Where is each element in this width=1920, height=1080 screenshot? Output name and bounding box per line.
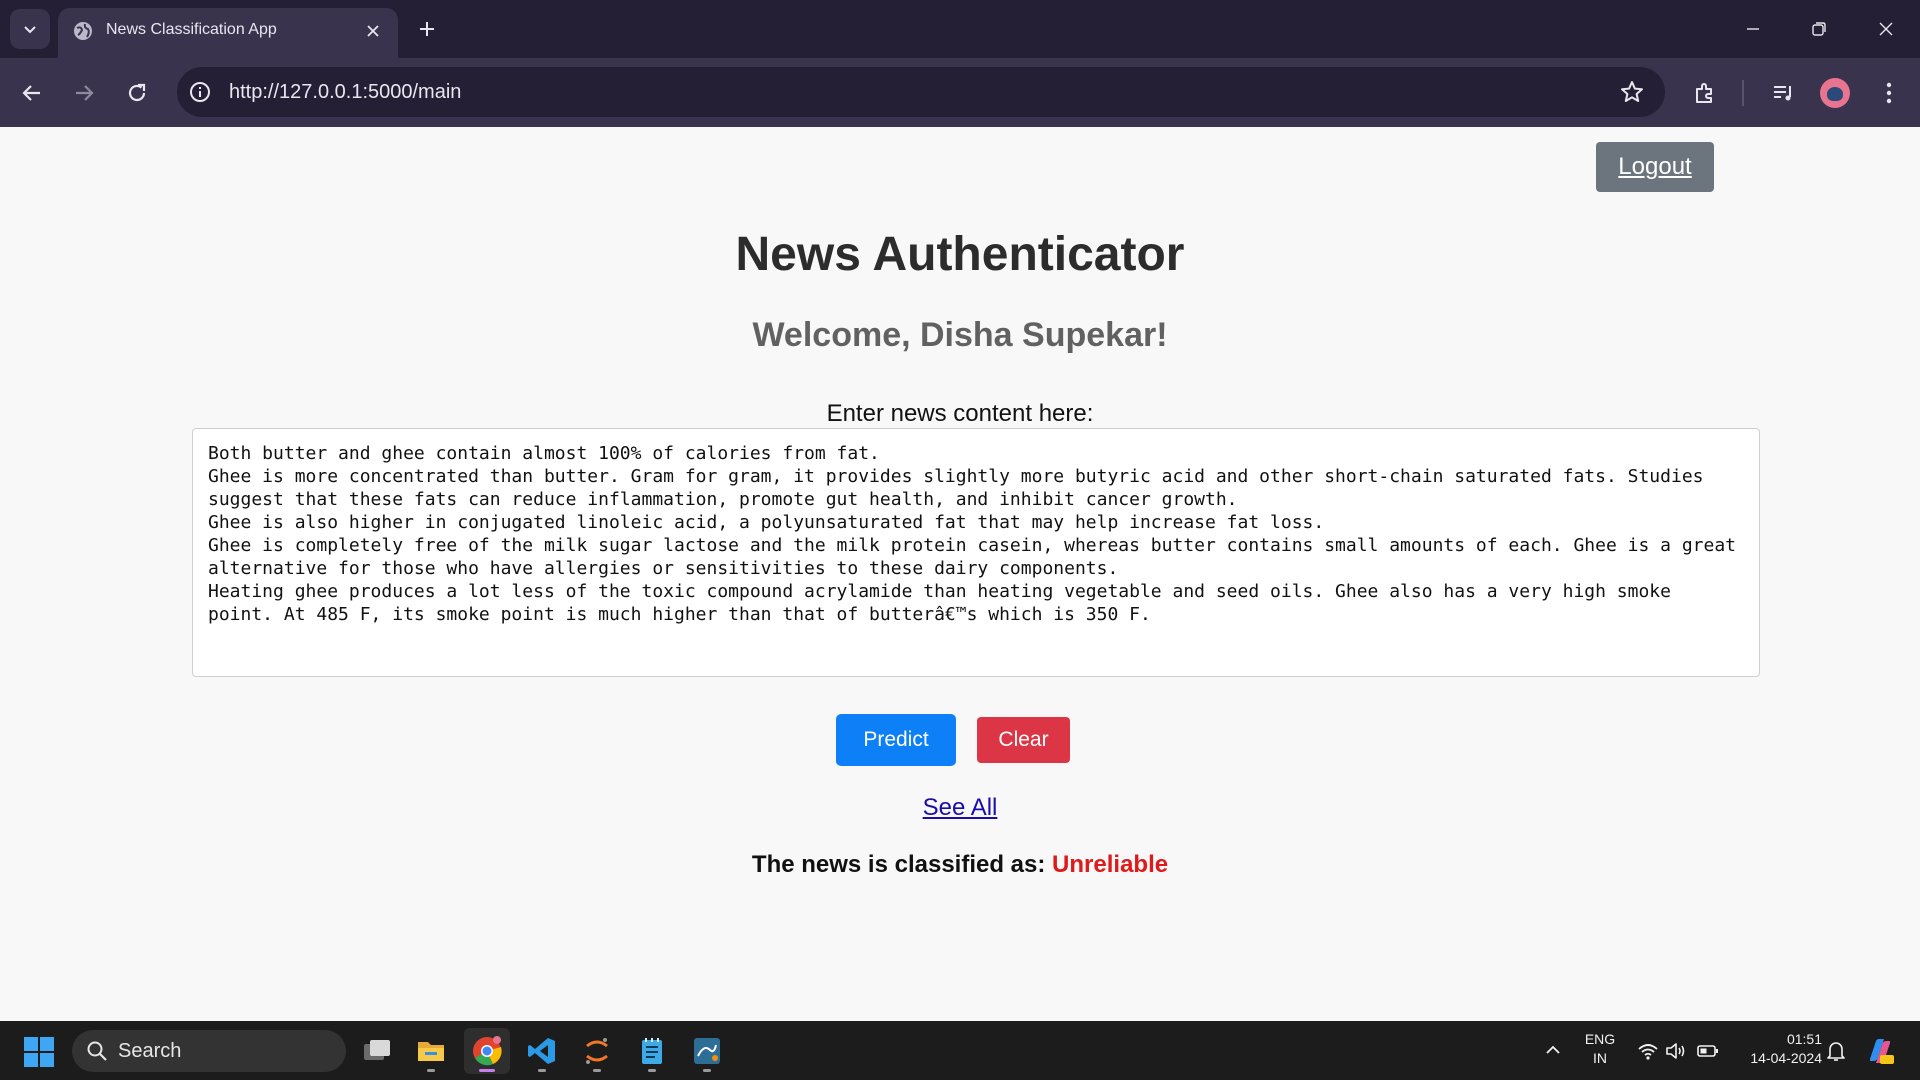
tab-search-icon — [24, 26, 36, 34]
running-indicator — [427, 1069, 435, 1072]
window-close-icon — [1879, 22, 1893, 36]
star-icon — [1621, 81, 1643, 102]
see-all-link[interactable]: See All — [923, 794, 998, 821]
tab-title: News Classification App — [106, 21, 277, 38]
page-title: News Authenticator — [735, 228, 1185, 281]
task-view-button[interactable] — [354, 1028, 400, 1074]
toolbar-divider — [1742, 80, 1744, 106]
more-vert-icon — [1886, 82, 1892, 104]
vscode-icon — [528, 1038, 555, 1064]
extensions-button[interactable] — [1690, 78, 1720, 108]
notifications-button[interactable] — [1824, 1039, 1848, 1063]
reload-button[interactable] — [119, 75, 155, 111]
browser-toolbar: http://127.0.0.1:5000/main — [0, 58, 1920, 127]
forward-button[interactable] — [66, 75, 102, 111]
chrome-icon — [473, 1036, 502, 1066]
jupyter-icon — [586, 1038, 608, 1064]
language-indicator[interactable]: ENG IN — [1582, 1030, 1618, 1068]
news-content-textarea[interactable]: Both butter and ghee contain almost 100%… — [192, 428, 1760, 677]
classification-result: The news is classified as: Unreliable — [0, 851, 1920, 879]
mysql-workbench-button[interactable] — [684, 1028, 730, 1074]
running-indicator — [703, 1069, 711, 1072]
media-controls-icon — [1774, 86, 1791, 101]
volume-icon[interactable] — [1664, 1039, 1688, 1063]
back-arrow-icon — [22, 85, 40, 101]
clock-date: 14-04-2024 — [1750, 1050, 1822, 1066]
running-indicator — [479, 1069, 495, 1072]
running-indicator — [538, 1069, 546, 1072]
chevron-up-icon[interactable] — [1542, 1039, 1564, 1061]
reload-icon — [128, 83, 146, 102]
plus-icon — [420, 22, 434, 36]
taskbar-search[interactable]: Search — [72, 1030, 346, 1072]
jupyter-button[interactable] — [574, 1028, 620, 1074]
address-bar[interactable]: http://127.0.0.1:5000/main — [177, 67, 1665, 117]
tab-close-button[interactable] — [362, 20, 384, 42]
profile-avatar[interactable] — [1820, 78, 1850, 108]
browser-tab[interactable]: News Classification App — [58, 8, 398, 58]
result-value: Unreliable — [1052, 851, 1169, 878]
region-code: IN — [1593, 1050, 1607, 1066]
battery-icon[interactable] — [1696, 1039, 1720, 1063]
window-close-button[interactable] — [1871, 14, 1901, 44]
logout-button[interactable]: Logout — [1596, 142, 1714, 192]
page-content: Logout News Authenticator Welcome, Disha… — [0, 127, 1920, 1021]
close-icon — [367, 25, 379, 37]
running-indicator — [648, 1069, 656, 1072]
file-explorer-icon — [418, 1042, 444, 1061]
mysql-workbench-icon — [694, 1038, 720, 1064]
taskbar: Search ENG IN 01:51 14-04-2024 — [0, 1021, 1920, 1080]
see-all-container: See All — [0, 794, 1920, 822]
taskbar-search-label: Search — [118, 1040, 182, 1062]
notepad-button[interactable] — [629, 1028, 675, 1074]
browser-tabstrip: News Classification App — [0, 0, 1920, 58]
running-indicator — [593, 1069, 601, 1072]
chrome-button[interactable] — [464, 1028, 510, 1074]
tab-search-button[interactable] — [10, 9, 50, 49]
bookmark-button[interactable] — [1619, 79, 1645, 105]
battery-glyph — [1697, 1045, 1718, 1057]
bell-icon — [1827, 1042, 1845, 1061]
forward-arrow-icon — [76, 85, 94, 101]
site-info-button[interactable] — [187, 79, 213, 105]
wifi-glyph — [1638, 1044, 1658, 1060]
predict-button[interactable]: Predict — [836, 714, 956, 766]
media-controls-button[interactable] — [1768, 78, 1798, 108]
vscode-button[interactable] — [519, 1028, 565, 1074]
notepad-icon — [642, 1038, 662, 1064]
welcome-message: Welcome, Disha Supekar! — [752, 316, 1168, 354]
globe-icon — [74, 22, 92, 40]
minimize-button[interactable] — [1738, 14, 1768, 44]
clear-button[interactable]: Clear — [977, 717, 1070, 763]
extensions-icon — [1696, 83, 1712, 103]
task-view-icon — [364, 1040, 390, 1060]
clock-time: 01:51 — [1786, 1031, 1822, 1047]
wifi-icon[interactable] — [1636, 1039, 1660, 1063]
system-clock[interactable]: 01:51 14-04-2024 — [1732, 1030, 1822, 1068]
restore-icon — [1812, 22, 1826, 36]
restore-button[interactable] — [1804, 14, 1834, 44]
news-input-label: Enter news content here: — [826, 400, 1094, 427]
info-icon — [190, 82, 210, 102]
new-tab-button[interactable] — [414, 16, 440, 42]
search-icon — [87, 1041, 107, 1061]
more-menu-button[interactable] — [1874, 78, 1904, 108]
volume-glyph — [1666, 1043, 1685, 1059]
copilot-icon[interactable] — [1864, 1035, 1896, 1067]
url-text: http://127.0.0.1:5000/main — [229, 81, 462, 103]
file-explorer-button[interactable] — [408, 1028, 454, 1074]
windows-start-icon[interactable] — [24, 1037, 54, 1067]
minimize-icon — [1747, 28, 1759, 30]
back-button[interactable] — [14, 75, 50, 111]
language-code: ENG — [1584, 1031, 1616, 1047]
result-prefix: The news is classified as: — [751, 851, 1046, 878]
